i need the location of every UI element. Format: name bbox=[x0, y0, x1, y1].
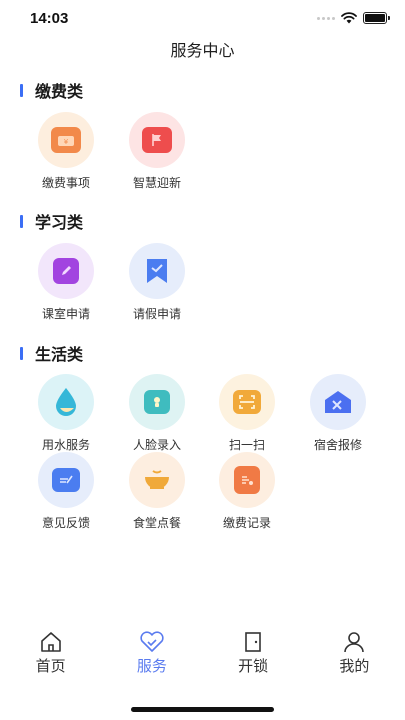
service-smart-welcome[interactable]: 智慧迎新 bbox=[121, 112, 193, 191]
tab-label: 开锁 bbox=[238, 657, 269, 675]
face-id-icon bbox=[129, 374, 185, 430]
service-canteen-order[interactable]: 食堂点餐 bbox=[121, 452, 193, 531]
home-icon bbox=[38, 630, 64, 654]
receipt-icon bbox=[219, 452, 275, 508]
section-marker bbox=[20, 83, 23, 97]
service-label: 缴费事项 bbox=[41, 176, 90, 190]
section-title: 缴费类 bbox=[35, 82, 84, 101]
water-drop-icon bbox=[38, 374, 94, 430]
service-classroom-request[interactable]: 课室申请 bbox=[30, 243, 102, 322]
user-icon bbox=[341, 630, 367, 654]
bottom-tab-bar: 首页 服务 开锁 我的 bbox=[0, 630, 405, 690]
dorm-repair-icon bbox=[310, 374, 366, 430]
status-indicators bbox=[317, 12, 390, 24]
battery-icon bbox=[363, 12, 390, 24]
status-time: 14:03 bbox=[30, 10, 69, 27]
service-payment-records[interactable]: 缴费记录 bbox=[211, 452, 283, 531]
pencil-icon bbox=[38, 243, 94, 299]
service-face-enrollment[interactable]: 人脸录入 bbox=[121, 374, 193, 453]
service-label: 用水服务 bbox=[41, 438, 90, 452]
service-dorm-repair[interactable]: 宿舍报修 bbox=[302, 374, 374, 453]
scan-icon bbox=[219, 374, 275, 430]
service-label: 食堂点餐 bbox=[132, 516, 181, 530]
tab-label: 首页 bbox=[35, 657, 66, 675]
tab-unlock[interactable]: 开锁 bbox=[203, 630, 304, 690]
section-title: 生活类 bbox=[35, 345, 84, 364]
section-header-study: 学习类 bbox=[20, 209, 83, 233]
section-header-life: 生活类 bbox=[20, 341, 83, 365]
tab-label: 我的 bbox=[339, 657, 370, 675]
tab-home[interactable]: 首页 bbox=[0, 630, 101, 690]
wifi-icon bbox=[341, 12, 357, 24]
section-title: 学习类 bbox=[35, 213, 84, 232]
service-leave-request[interactable]: 请假申请 bbox=[121, 243, 193, 322]
service-label: 人脸录入 bbox=[132, 438, 181, 452]
cellular-signal-icon bbox=[317, 16, 335, 20]
section-header-payment: 缴费类 bbox=[20, 78, 83, 102]
service-label: 意见反馈 bbox=[41, 516, 90, 530]
status-bar: 14:03 bbox=[0, 0, 405, 36]
flag-icon bbox=[129, 112, 185, 168]
service-label: 缴费记录 bbox=[222, 516, 271, 530]
wallet-icon: ¥ bbox=[38, 112, 94, 168]
service-label: 扫一扫 bbox=[228, 438, 265, 452]
tab-services[interactable]: 服务 bbox=[101, 630, 202, 690]
service-label: 请假申请 bbox=[132, 307, 181, 321]
feedback-icon bbox=[38, 452, 94, 508]
food-bowl-icon bbox=[129, 452, 185, 508]
page-title: 服务中心 bbox=[170, 41, 235, 60]
heart-icon bbox=[139, 630, 165, 654]
service-water[interactable]: 用水服务 bbox=[30, 374, 102, 453]
svg-text:¥: ¥ bbox=[64, 138, 69, 146]
section-marker bbox=[20, 346, 23, 360]
tab-label: 服务 bbox=[136, 657, 167, 675]
service-label: 智慧迎新 bbox=[132, 176, 181, 190]
home-indicator bbox=[131, 707, 274, 712]
tab-profile[interactable]: 我的 bbox=[304, 630, 405, 690]
service-feedback[interactable]: 意见反馈 bbox=[30, 452, 102, 531]
section-marker bbox=[20, 214, 23, 228]
service-label: 宿舍报修 bbox=[313, 438, 362, 452]
service-payment-items[interactable]: ¥ 缴费事项 bbox=[30, 112, 102, 191]
service-scan[interactable]: 扫一扫 bbox=[211, 374, 283, 453]
bookmark-icon bbox=[129, 243, 185, 299]
service-label: 课室申请 bbox=[41, 307, 90, 321]
door-icon bbox=[240, 630, 266, 654]
